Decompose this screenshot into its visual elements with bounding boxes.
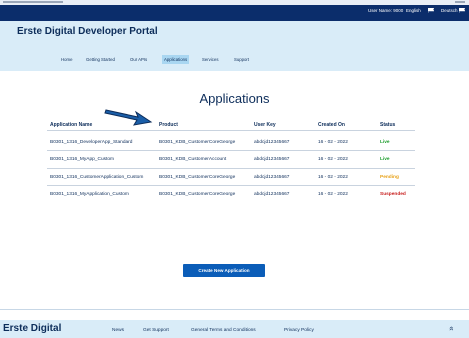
flag-icon[interactable] [459, 8, 465, 13]
footer-link-news[interactable]: News [112, 328, 124, 333]
window-caption [3, 1, 63, 3]
table-cell-created-on: 16 - 02 - 2022 [318, 192, 348, 197]
column-header-product: Product [159, 122, 178, 128]
pointer-arrow-icon [104, 109, 153, 126]
create-new-application-button[interactable]: Create New Application [183, 264, 265, 277]
table-cell-application-name[interactable]: B0301_1316_DeveloperApp_Standard [50, 140, 132, 145]
table-cell-product: B0301_KDB_CustomerCoreGeorge [159, 140, 236, 145]
table-cell-product: B0301_KDB_CustomerCoreGeorge [159, 192, 236, 197]
table-divider [47, 168, 415, 169]
table-cell-application-name[interactable]: B0301_1316_MyApp_Custom [50, 157, 114, 162]
table-divider [47, 185, 415, 186]
column-header-application-name: Application Name [50, 122, 93, 128]
nav-services[interactable]: Services [202, 57, 218, 62]
content-divider [0, 309, 469, 310]
table-cell-created-on: 16 - 02 - 2022 [318, 175, 348, 180]
status-badge: Live [380, 157, 390, 162]
column-header-user-key: User Key [254, 122, 276, 128]
table-cell-application-name[interactable]: B0301_1316_MyApplication_Custom [50, 192, 129, 197]
column-header-status: Status [380, 122, 396, 128]
nav-support[interactable]: Support [234, 57, 249, 62]
footer-link-get-support[interactable]: Get Support [143, 328, 169, 333]
table-cell-application-name[interactable]: B0301_1316_CustomerApplication_Custom [50, 175, 143, 180]
table-cell-product: B0301_KDB_CustomerCoreGeorge [159, 175, 236, 180]
table-cell-created-on: 16 - 02 - 2022 [318, 157, 348, 162]
language-deutsch[interactable]: Deutsch [441, 8, 458, 13]
table-cell-user-key: abdcjd12345667 [254, 140, 290, 145]
status-badge: Pending [380, 175, 399, 180]
footer-brand[interactable]: Erste Digital [3, 323, 61, 334]
scroll-to-top-icon[interactable]: » [447, 326, 456, 330]
column-header-created-on: Created On [318, 122, 345, 128]
nav-our-apis[interactable]: Our APIs [130, 57, 147, 62]
table-cell-user-key: abdcjd12345667 [254, 175, 290, 180]
window-controls[interactable] [455, 1, 465, 3]
user-name-label[interactable]: User Name: 9000 [368, 8, 403, 13]
table-cell-user-key: abdcjd12345667 [254, 192, 290, 197]
nav-getting-started[interactable]: Getting Started [86, 57, 115, 62]
table-cell-user-key: abdcjd12345667 [254, 157, 290, 162]
language-english[interactable]: English [406, 8, 421, 13]
table-cell-product: B0301_KDB_CustomerAccount [159, 157, 227, 162]
page-title: Applications [199, 91, 270, 106]
portal-brand[interactable]: Erste Digital Developer Portal [17, 26, 158, 37]
nav-applications[interactable]: Applications [162, 55, 190, 64]
browser-title-strip [0, 0, 469, 5]
top-bar: User Name: 9000 English Deutsch [0, 0, 469, 21]
table-divider [47, 150, 415, 151]
footer-link-privacy[interactable]: Privacy Policy [284, 328, 314, 333]
status-badge: Suspended [380, 192, 406, 197]
footer-link-terms[interactable]: General Terms and Conditions [191, 328, 256, 333]
nav-home[interactable]: Home [61, 57, 72, 62]
table-cell-created-on: 16 - 02 - 2022 [318, 140, 348, 145]
table-divider [47, 130, 415, 131]
page-footer: Erste Digital News Get Support General T… [0, 320, 469, 338]
status-badge: Live [380, 140, 390, 145]
flag-icon[interactable] [428, 8, 434, 13]
